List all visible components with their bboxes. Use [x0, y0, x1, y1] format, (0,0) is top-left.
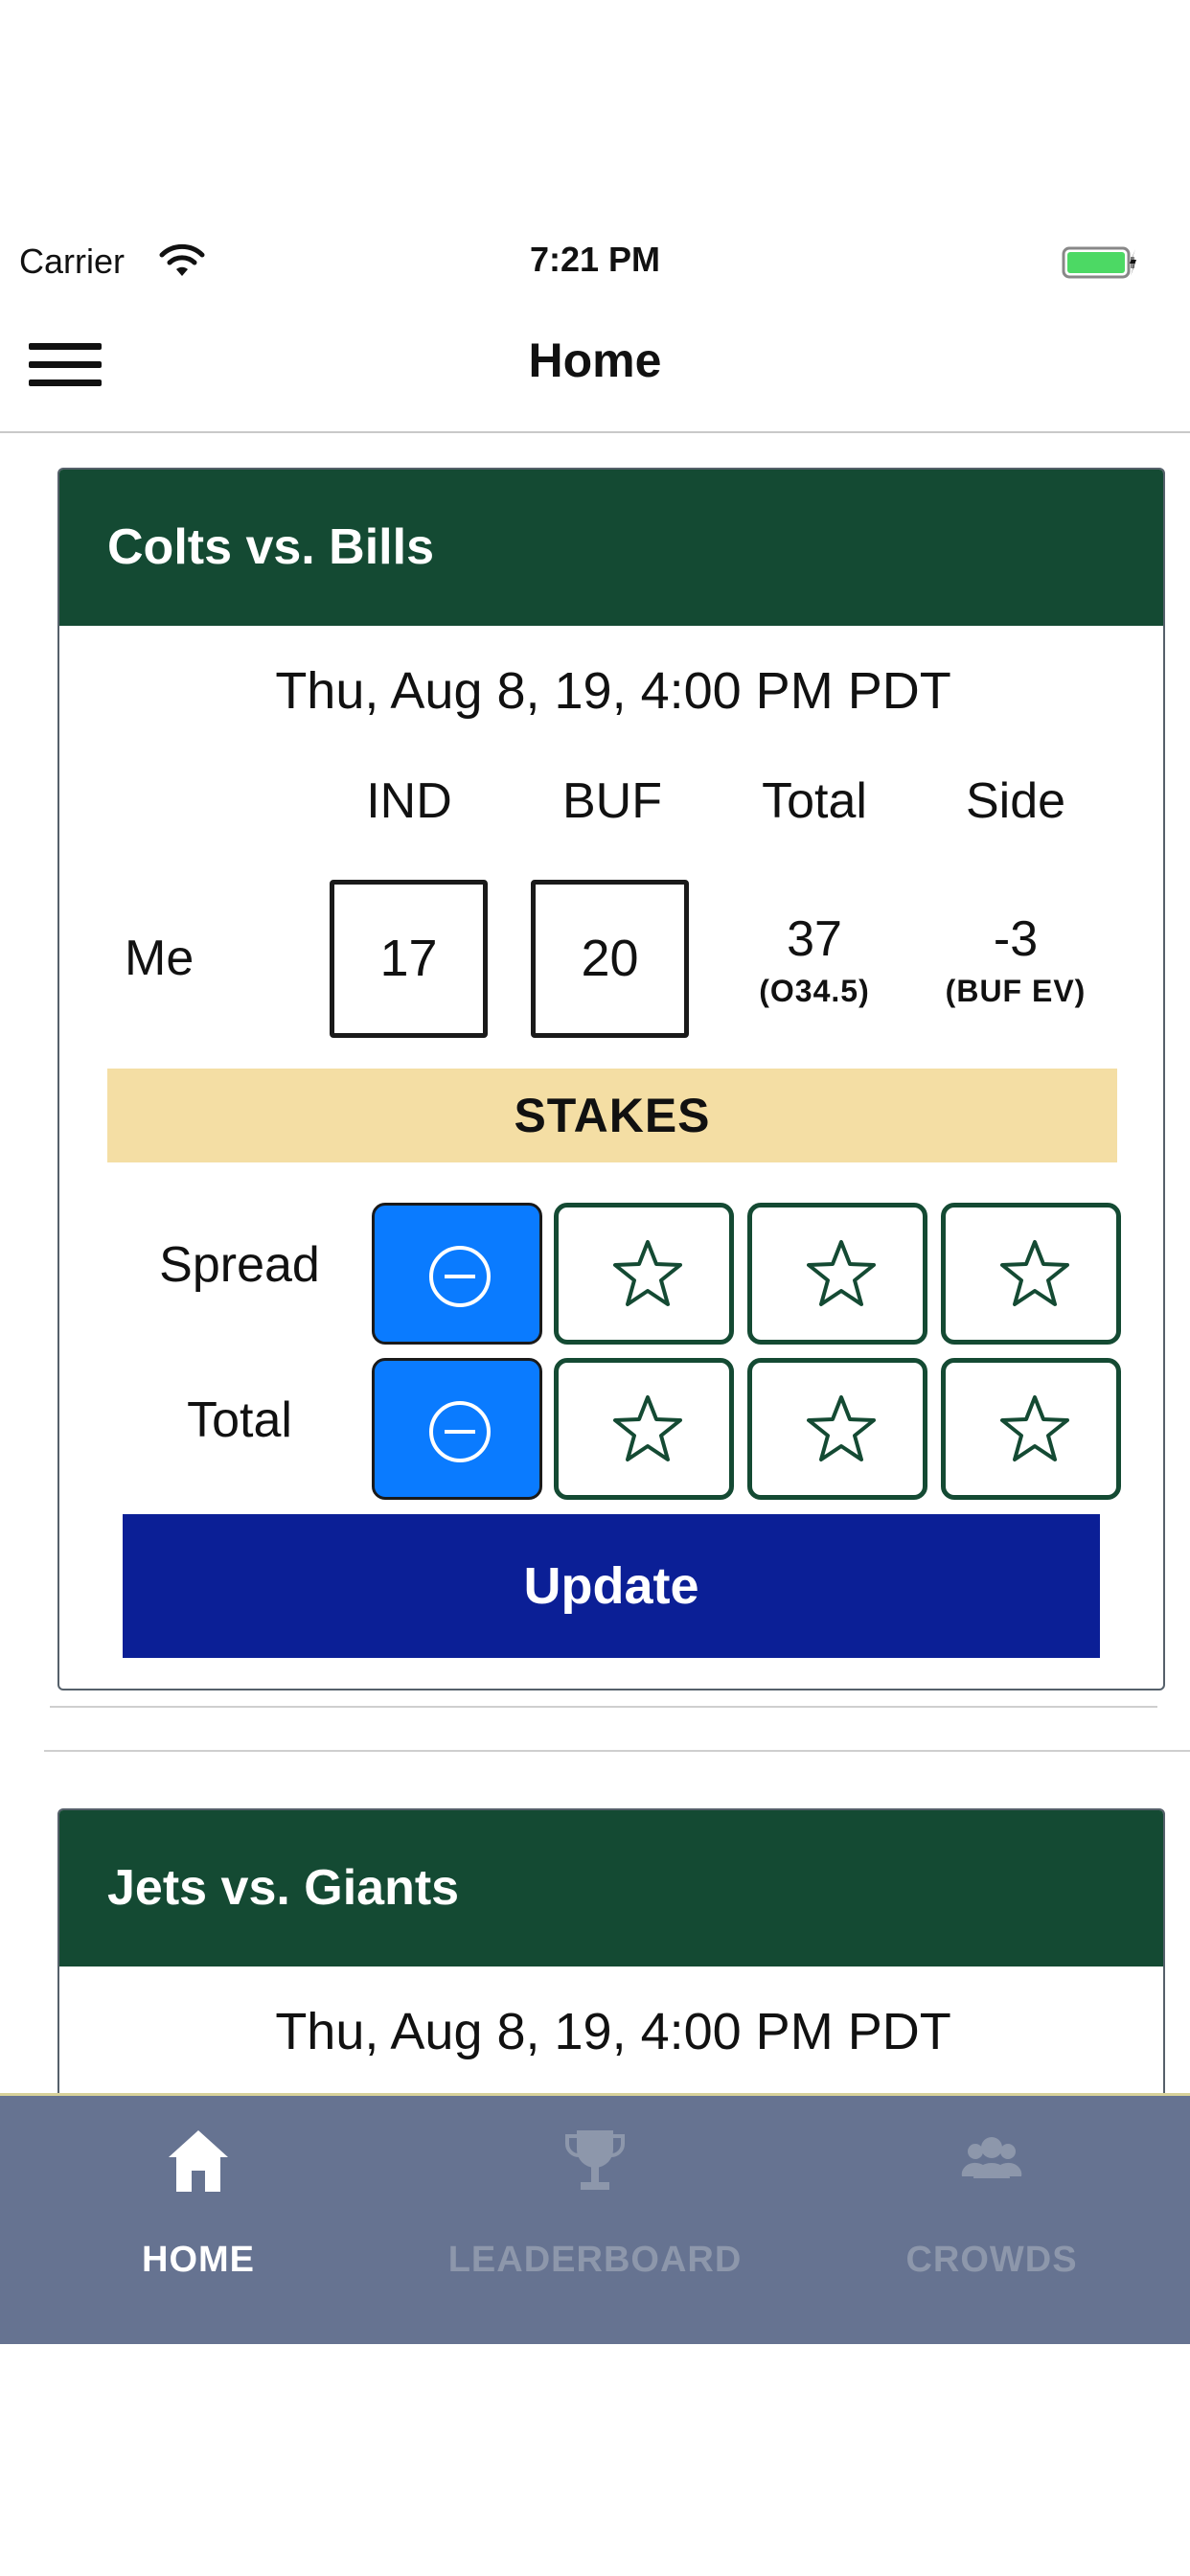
column-buf: BUF: [562, 773, 662, 829]
people-icon: [961, 2137, 1022, 2178]
tab-home[interactable]: HOME: [0, 2096, 397, 2347]
spread-star-button[interactable]: [554, 1203, 734, 1345]
star-icon: [613, 1240, 682, 1306]
spread-star-button[interactable]: [941, 1203, 1121, 1345]
stake-label-spread: Spread: [159, 1237, 320, 1293]
column-side: Side: [965, 773, 1066, 829]
star-icon: [1000, 1240, 1069, 1306]
tab-leaderboard[interactable]: LEADERBOARD: [397, 2096, 793, 2347]
nav-bar: Home: [0, 299, 1190, 433]
star-icon: [613, 1395, 682, 1461]
minus-circle-icon: [429, 1246, 491, 1307]
trophy-icon: [565, 2130, 625, 2190]
tab-bar: HOME LEADERBOARD CROWDS: [0, 2093, 1190, 2344]
ind-score-input[interactable]: 17: [330, 880, 488, 1038]
total-note: (O34.5): [759, 974, 870, 1008]
total-star-button[interactable]: [941, 1358, 1121, 1500]
game-card: Jets vs. Giants Thu, Aug 8, 19, 4:00 PM …: [57, 1808, 1165, 2115]
star-icon: [807, 1240, 876, 1306]
column-total: Total: [762, 773, 867, 829]
game-title: Colts vs. Bills: [59, 470, 1163, 626]
tab-crowds[interactable]: CROWDS: [793, 2096, 1190, 2347]
column-headers: IND BUF Total Side: [59, 772, 1163, 849]
total-star-button[interactable]: [554, 1358, 734, 1500]
home-icon: [169, 2130, 228, 2192]
total-value: 37: [787, 911, 842, 967]
game-datetime: Thu, Aug 8, 19, 4:00 PM PDT: [275, 2003, 951, 2060]
total-minus-button[interactable]: [372, 1358, 542, 1500]
clock: 7:21 PM: [529, 240, 661, 279]
tab-label: LEADERBOARD: [447, 2240, 743, 2280]
minus-circle-icon: [429, 1401, 491, 1462]
tab-label: HOME: [142, 2240, 255, 2280]
card-divider: [50, 1706, 1157, 1708]
buf-score-input[interactable]: 20: [531, 880, 689, 1038]
page-title: Home: [528, 334, 662, 387]
tab-label: CROWDS: [905, 2240, 1078, 2280]
game-title: Jets vs. Giants: [59, 1810, 1163, 1966]
game-card: Colts vs. Bills Thu, Aug 8, 19, 4:00 PM …: [57, 468, 1165, 1690]
stake-label-total: Total: [187, 1392, 292, 1448]
game-datetime: Thu, Aug 8, 19, 4:00 PM PDT: [275, 662, 951, 720]
row-label-me: Me: [125, 931, 195, 986]
spread-minus-button[interactable]: [372, 1203, 542, 1345]
side-value: -3: [993, 911, 1039, 967]
spread-star-button[interactable]: [747, 1203, 927, 1345]
battery-icon: [1062, 246, 1136, 279]
side-note: (BUF EV): [945, 974, 1087, 1008]
star-icon: [1000, 1395, 1069, 1461]
column-ind: IND: [366, 773, 452, 829]
star-icon: [807, 1395, 876, 1461]
stakes-header: STAKES: [107, 1069, 1117, 1162]
total-star-button[interactable]: [747, 1358, 927, 1500]
update-button[interactable]: Update: [123, 1514, 1100, 1658]
status-bar: Carrier 7:21 PM: [0, 230, 1190, 293]
card-divider: [44, 1750, 1190, 1752]
